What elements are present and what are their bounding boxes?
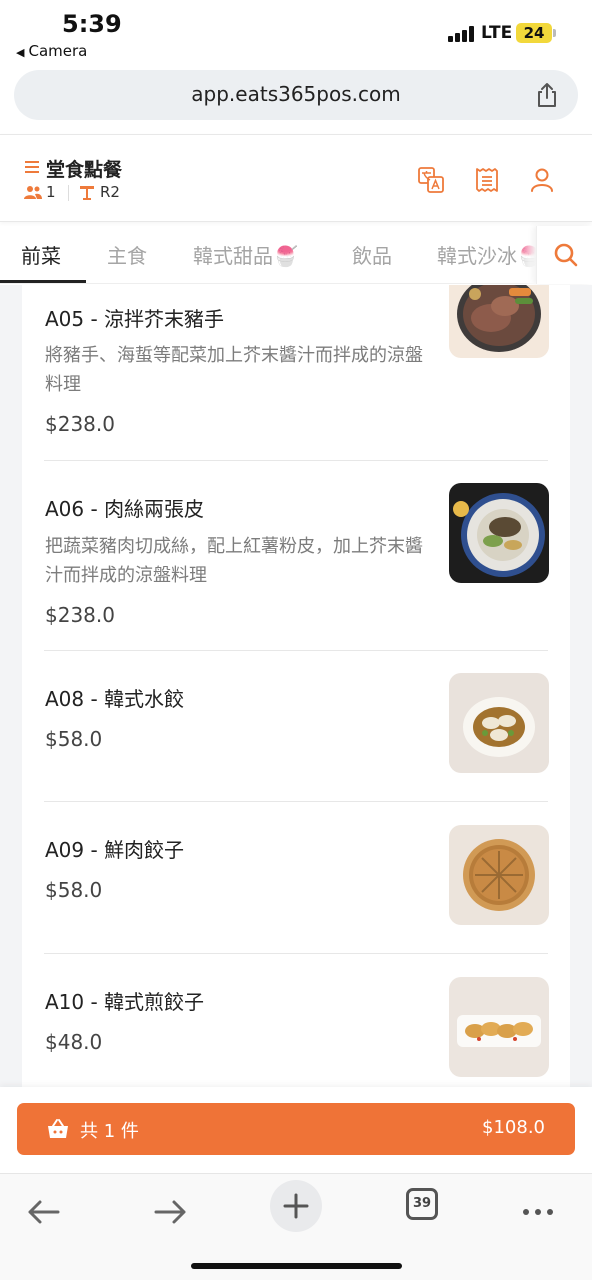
- item-name: A05 - 涼拌芥末豬手: [45, 307, 225, 331]
- list-item[interactable]: A08 - 韓式水餃 $58.0: [22, 651, 570, 801]
- battery-tip: [553, 29, 556, 37]
- user-icon[interactable]: [529, 167, 555, 193]
- home-indicator: [191, 1263, 402, 1269]
- guest-count: 1: [46, 183, 56, 201]
- back-label: Camera: [28, 42, 88, 60]
- noodle-salad-image[interactable]: [449, 483, 549, 583]
- table-icon: [80, 186, 94, 200]
- cart-count: 共 1 件: [80, 1121, 139, 1142]
- item-name: A08 - 韓式水餃: [45, 687, 185, 711]
- item-price: $58.0: [45, 878, 103, 902]
- status-time: 5:39: [62, 10, 122, 38]
- item-name: A10 - 韓式煎餃子: [45, 990, 205, 1014]
- menu-card: A05 - 涼拌芥末豬手 將豬手、海蜇等配菜加上芥末醬汁而拌成的涼盤料理 $23…: [22, 285, 570, 1087]
- url-text[interactable]: app.eats365pos.com: [14, 82, 578, 106]
- app-header: 堂食點餐 1 R2: [0, 134, 592, 222]
- item-price: $58.0: [45, 727, 103, 751]
- back-arrow-icon[interactable]: [16, 1184, 72, 1240]
- list-item[interactable]: A10 - 韓式煎餃子 $48.0: [22, 954, 570, 1087]
- tab-fade: [520, 226, 536, 284]
- tab-drinks[interactable]: 飲品: [352, 240, 392, 269]
- menu-list[interactable]: A05 - 涼拌芥末豬手 將豬手、海蜇等配菜加上芥末醬汁而拌成的涼盤料理 $23…: [0, 285, 592, 1087]
- search-icon: [554, 243, 578, 267]
- translate-icon[interactable]: [418, 167, 444, 193]
- item-description: 將豬手、海蜇等配菜加上芥末醬汁而拌成的涼盤料理: [45, 345, 423, 395]
- battery-icon: 24: [516, 23, 552, 43]
- more-options-icon[interactable]: [510, 1184, 566, 1240]
- menu-icon[interactable]: [25, 161, 39, 173]
- meta-divider: [68, 185, 69, 201]
- steamer-dumplings-image[interactable]: [449, 825, 549, 925]
- fried-dumplings-image[interactable]: [449, 977, 549, 1077]
- cart-bar: 共 1 件 $108.0: [0, 1087, 592, 1173]
- signal-icon: [448, 26, 474, 42]
- receipt-icon[interactable]: [474, 167, 500, 193]
- category-tabs: 前菜 主食 韓式甜品🍧 飲品 韓式沙冰🍧: [0, 226, 592, 284]
- list-item[interactable]: A09 - 鮮肉餃子 $58.0: [22, 802, 570, 953]
- active-tab-indicator: [0, 280, 86, 283]
- share-icon[interactable]: [534, 82, 560, 108]
- new-tab-button[interactable]: [270, 1180, 322, 1232]
- tab-appetizers[interactable]: 前菜: [21, 240, 61, 269]
- status-bar: 5:39 ◀ Camera LTE 24: [0, 0, 592, 66]
- page-title: 堂食點餐: [46, 159, 123, 181]
- tab-korean-desserts[interactable]: 韓式甜品🍧: [193, 240, 298, 269]
- tab-mains[interactable]: 主食: [107, 240, 147, 269]
- forward-arrow-icon[interactable]: [142, 1184, 198, 1240]
- item-price: $238.0: [45, 603, 115, 627]
- boiled-dumplings-image[interactable]: [449, 673, 549, 773]
- back-triangle-icon: ◀: [16, 46, 25, 59]
- back-to-camera-link[interactable]: ◀ Camera: [16, 42, 87, 60]
- browser-toolbar: 39: [0, 1173, 592, 1280]
- item-name: A09 - 鮮肉餃子: [45, 838, 185, 862]
- view-cart-button[interactable]: 共 1 件 $108.0: [17, 1103, 575, 1155]
- item-description: 把蔬菜豬肉切成絲，配上紅薯粉皮，加上芥末醬汁而拌成的涼盤料理: [45, 536, 423, 586]
- table-number: R2: [100, 183, 120, 201]
- guests-icon: [24, 186, 42, 199]
- network-label: LTE: [481, 23, 513, 43]
- plus-icon: [283, 1193, 309, 1219]
- address-bar[interactable]: app.eats365pos.com: [14, 70, 578, 120]
- list-item[interactable]: A06 - 肉絲兩張皮 把蔬菜豬肉切成絲，配上紅薯粉皮，加上芥末醬汁而拌成的涼盤…: [22, 461, 570, 650]
- tabs-count-button[interactable]: 39: [406, 1188, 438, 1220]
- cart-total: $108.0: [482, 1117, 545, 1138]
- search-button[interactable]: [536, 226, 592, 284]
- item-price: $238.0: [45, 412, 115, 436]
- list-item[interactable]: A05 - 涼拌芥末豬手 將豬手、海蜇等配菜加上芥末醬汁而拌成的涼盤料理 $23…: [22, 285, 570, 460]
- item-name: A06 - 肉絲兩張皮: [45, 497, 205, 521]
- item-price: $48.0: [45, 1030, 103, 1054]
- pork-knuckle-image[interactable]: [449, 285, 549, 358]
- basket-icon: [48, 1119, 68, 1138]
